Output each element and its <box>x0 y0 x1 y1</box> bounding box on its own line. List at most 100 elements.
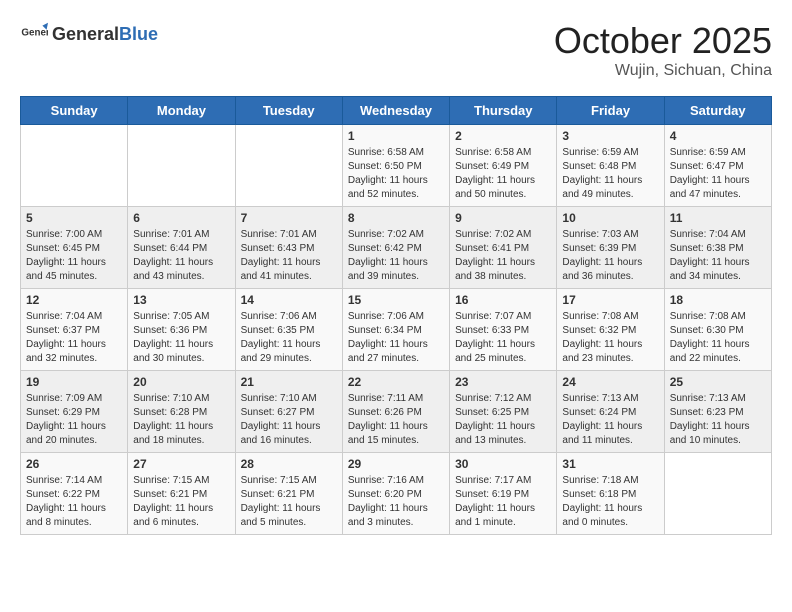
day-info: Sunrise: 7:03 AM Sunset: 6:39 PM Dayligh… <box>562 228 658 284</box>
day-number: 28 <box>241 457 337 471</box>
day-info: Sunrise: 7:04 AM Sunset: 6:38 PM Dayligh… <box>670 228 766 284</box>
calendar-cell: 9Sunrise: 7:02 AM Sunset: 6:41 PM Daylig… <box>450 207 557 289</box>
calendar-cell <box>235 125 342 207</box>
day-info: Sunrise: 7:17 AM Sunset: 6:19 PM Dayligh… <box>455 474 551 530</box>
weekday-header-cell: Saturday <box>664 97 771 125</box>
day-info: Sunrise: 6:59 AM Sunset: 6:47 PM Dayligh… <box>670 146 766 202</box>
location: Wujin, Sichuan, China <box>554 62 772 80</box>
calendar-week-row: 1 Sunrise: 6:58 AM Sunset: 6:50 PM Daylig… <box>21 125 772 207</box>
calendar-cell: 3Sunrise: 6:59 AM Sunset: 6:48 PM Daylig… <box>557 125 664 207</box>
calendar-cell: 29 Sunrise: 7:16 AM Sunset: 6:20 PM Dayli… <box>342 453 449 535</box>
day-info: Sunrise: 7:11 AM Sunset: 6:26 PM Dayligh… <box>348 392 444 448</box>
day-number: 22 <box>348 375 444 389</box>
calendar-cell: 10 Sunrise: 7:03 AM Sunset: 6:39 PM Dayli… <box>557 207 664 289</box>
calendar-cell: 14 Sunrise: 7:06 AM Sunset: 6:35 PM Dayli… <box>235 289 342 371</box>
weekday-header-cell: Monday <box>128 97 235 125</box>
day-info: Sunrise: 7:07 AM Sunset: 6:33 PM Dayligh… <box>455 310 551 366</box>
day-number: 29 <box>348 457 444 471</box>
day-info: Sunrise: 7:08 AM Sunset: 6:30 PM Dayligh… <box>670 310 766 366</box>
calendar-cell: 15Sunrise: 7:06 AM Sunset: 6:34 PM Dayli… <box>342 289 449 371</box>
day-info: Sunrise: 6:58 AM Sunset: 6:49 PM Dayligh… <box>455 146 551 202</box>
day-number: 25 <box>670 375 766 389</box>
day-number: 8 <box>348 211 444 225</box>
day-number: 21 <box>241 375 337 389</box>
day-info: Sunrise: 7:01 AM Sunset: 6:44 PM Dayligh… <box>133 228 229 284</box>
day-number: 15 <box>348 293 444 307</box>
day-info: Sunrise: 7:18 AM Sunset: 6:18 PM Dayligh… <box>562 474 658 530</box>
day-info: Sunrise: 7:06 AM Sunset: 6:35 PM Dayligh… <box>241 310 337 366</box>
calendar-cell <box>21 125 128 207</box>
calendar-cell <box>128 125 235 207</box>
day-number: 26 <box>26 457 122 471</box>
day-info: Sunrise: 7:04 AM Sunset: 6:37 PM Dayligh… <box>26 310 122 366</box>
day-info: Sunrise: 7:15 AM Sunset: 6:21 PM Dayligh… <box>241 474 337 530</box>
calendar-cell: 11 Sunrise: 7:04 AM Sunset: 6:38 PM Dayli… <box>664 207 771 289</box>
calendar-cell: 4 Sunrise: 6:59 AM Sunset: 6:47 PM Daylig… <box>664 125 771 207</box>
weekday-header-row: SundayMondayTuesdayWednesdayThursdayFrid… <box>21 97 772 125</box>
day-number: 20 <box>133 375 229 389</box>
logo: General GeneralBlue <box>20 20 158 48</box>
day-number: 10 <box>562 211 658 225</box>
day-number: 18 <box>670 293 766 307</box>
calendar-cell: 27Sunrise: 7:15 AM Sunset: 6:21 PM Dayli… <box>128 453 235 535</box>
day-number: 31 <box>562 457 658 471</box>
calendar-cell: 23Sunrise: 7:12 AM Sunset: 6:25 PM Dayli… <box>450 371 557 453</box>
day-number: 23 <box>455 375 551 389</box>
calendar-cell: 20 Sunrise: 7:10 AM Sunset: 6:28 PM Dayli… <box>128 371 235 453</box>
calendar-cell <box>664 453 771 535</box>
calendar-week-row: 12 Sunrise: 7:04 AM Sunset: 6:37 PM Dayli… <box>21 289 772 371</box>
calendar-cell: 12 Sunrise: 7:04 AM Sunset: 6:37 PM Dayli… <box>21 289 128 371</box>
day-number: 2 <box>455 129 551 143</box>
calendar-week-row: 26 Sunrise: 7:14 AM Sunset: 6:22 PM Dayli… <box>21 453 772 535</box>
calendar-cell: 1 Sunrise: 6:58 AM Sunset: 6:50 PM Daylig… <box>342 125 449 207</box>
calendar: SundayMondayTuesdayWednesdayThursdayFrid… <box>20 96 772 535</box>
day-info: Sunrise: 7:09 AM Sunset: 6:29 PM Dayligh… <box>26 392 122 448</box>
calendar-cell: 26 Sunrise: 7:14 AM Sunset: 6:22 PM Dayli… <box>21 453 128 535</box>
day-info: Sunrise: 7:13 AM Sunset: 6:23 PM Dayligh… <box>670 392 766 448</box>
day-number: 24 <box>562 375 658 389</box>
calendar-cell: 8 Sunrise: 7:02 AM Sunset: 6:42 PM Daylig… <box>342 207 449 289</box>
day-number: 12 <box>26 293 122 307</box>
day-info: Sunrise: 7:16 AM Sunset: 6:20 PM Dayligh… <box>348 474 444 530</box>
calendar-body: 1 Sunrise: 6:58 AM Sunset: 6:50 PM Daylig… <box>21 125 772 535</box>
day-number: 11 <box>670 211 766 225</box>
calendar-week-row: 5Sunrise: 7:00 AM Sunset: 6:45 PM Daylig… <box>21 207 772 289</box>
logo-blue: Blue <box>119 24 158 44</box>
day-number: 14 <box>241 293 337 307</box>
day-number: 9 <box>455 211 551 225</box>
calendar-cell: 22 Sunrise: 7:11 AM Sunset: 6:26 PM Dayli… <box>342 371 449 453</box>
day-info: Sunrise: 7:00 AM Sunset: 6:45 PM Dayligh… <box>26 228 122 284</box>
day-info: Sunrise: 7:10 AM Sunset: 6:28 PM Dayligh… <box>133 392 229 448</box>
day-number: 4 <box>670 129 766 143</box>
calendar-cell: 6 Sunrise: 7:01 AM Sunset: 6:44 PM Daylig… <box>128 207 235 289</box>
day-info: Sunrise: 7:05 AM Sunset: 6:36 PM Dayligh… <box>133 310 229 366</box>
weekday-header-cell: Wednesday <box>342 97 449 125</box>
month-title: October 2025 <box>554 20 772 62</box>
page-header: General GeneralBlue October 2025 Wujin, … <box>20 20 772 80</box>
day-number: 1 <box>348 129 444 143</box>
calendar-cell: 21 Sunrise: 7:10 AM Sunset: 6:27 PM Dayli… <box>235 371 342 453</box>
day-info: Sunrise: 7:02 AM Sunset: 6:42 PM Dayligh… <box>348 228 444 284</box>
day-info: Sunrise: 7:13 AM Sunset: 6:24 PM Dayligh… <box>562 392 658 448</box>
day-info: Sunrise: 6:58 AM Sunset: 6:50 PM Dayligh… <box>348 146 444 202</box>
calendar-cell: 7Sunrise: 7:01 AM Sunset: 6:43 PM Daylig… <box>235 207 342 289</box>
calendar-cell: 30Sunrise: 7:17 AM Sunset: 6:19 PM Dayli… <box>450 453 557 535</box>
calendar-cell: 31 Sunrise: 7:18 AM Sunset: 6:18 PM Dayli… <box>557 453 664 535</box>
calendar-week-row: 19 Sunrise: 7:09 AM Sunset: 6:29 PM Dayli… <box>21 371 772 453</box>
calendar-cell: 24 Sunrise: 7:13 AM Sunset: 6:24 PM Dayli… <box>557 371 664 453</box>
weekday-header-cell: Friday <box>557 97 664 125</box>
day-info: Sunrise: 7:14 AM Sunset: 6:22 PM Dayligh… <box>26 474 122 530</box>
calendar-cell: 28 Sunrise: 7:15 AM Sunset: 6:21 PM Dayli… <box>235 453 342 535</box>
weekday-header-cell: Sunday <box>21 97 128 125</box>
logo-icon: General <box>20 20 48 48</box>
logo-general: General <box>52 24 119 44</box>
weekday-header-cell: Thursday <box>450 97 557 125</box>
day-info: Sunrise: 7:10 AM Sunset: 6:27 PM Dayligh… <box>241 392 337 448</box>
day-number: 6 <box>133 211 229 225</box>
calendar-cell: 16Sunrise: 7:07 AM Sunset: 6:33 PM Dayli… <box>450 289 557 371</box>
calendar-cell: 2 Sunrise: 6:58 AM Sunset: 6:49 PM Daylig… <box>450 125 557 207</box>
calendar-cell: 5Sunrise: 7:00 AM Sunset: 6:45 PM Daylig… <box>21 207 128 289</box>
day-number: 3 <box>562 129 658 143</box>
day-number: 19 <box>26 375 122 389</box>
day-info: Sunrise: 7:08 AM Sunset: 6:32 PM Dayligh… <box>562 310 658 366</box>
